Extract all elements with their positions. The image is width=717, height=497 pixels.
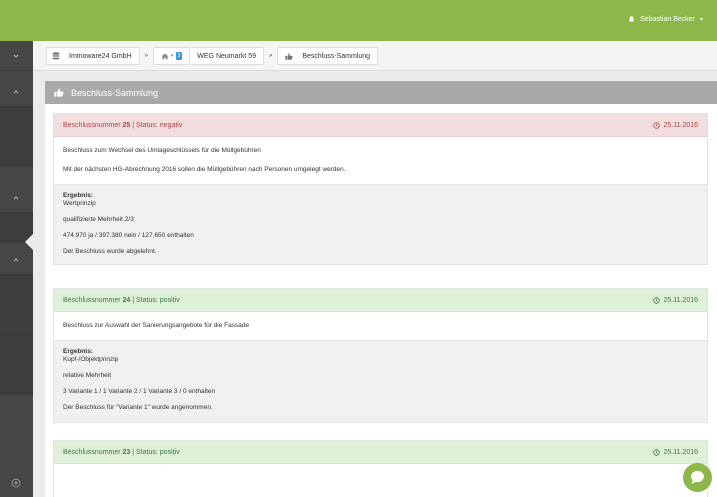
sidebar: [0, 41, 33, 497]
clock-icon: [653, 448, 661, 456]
sidebar-active-pointer: [25, 234, 33, 250]
resolution-header: Beschlussnummer 24 | Status: positiv 25.…: [54, 289, 707, 312]
breadcrumb-home[interactable]: ▾ 3: [152, 47, 191, 65]
result-label: Ergebnis:: [63, 348, 93, 355]
collapse-toggle-icon[interactable]: [10, 477, 22, 489]
breadcrumb-page[interactable]: Beschluss-Sammlung: [277, 47, 379, 65]
result-outcome: Der Beschluss wurde abgelehnt.: [63, 248, 157, 255]
bell-icon: [628, 16, 635, 23]
page-title: Beschluss-Sammlung: [71, 87, 159, 98]
breadcrumb-company-label: Immoware24 GmbH: [69, 52, 132, 60]
sidebar-item-10[interactable]: [0, 335, 33, 365]
breadcrumb-bar: Immoware24 GmbH » ▾ 3 WEG Neumarkt 59 » …: [33, 41, 717, 71]
sidebar-item-4[interactable]: [0, 137, 33, 167]
clock-icon: [653, 296, 661, 304]
resolution-prefix: Beschlussnummer: [63, 296, 121, 304]
result-principle: Kopf-/Objektprinzip: [63, 356, 119, 363]
status-badge: | Status: negativ: [132, 121, 183, 129]
resolution-header: Beschlussnummer 23 | Status: positiv 25.…: [54, 441, 707, 464]
sidebar-item-2[interactable]: [0, 77, 33, 107]
chevron-down-icon: ▾: [699, 17, 703, 23]
resolution-card-24: Beschlussnummer 24 | Status: positiv 25.…: [53, 288, 708, 423]
result-votes: 3 Variante 1 / 1 Variante 2 / 1 Variante…: [63, 388, 216, 395]
breadcrumb-property[interactable]: WEG Neumarkt 59: [190, 47, 265, 65]
resolution-heading: Beschlussnummer 25 | Status: negativ: [63, 122, 182, 129]
user-name: Sebastian Becker: [640, 16, 695, 23]
result-majority: relative Mehrheit: [63, 372, 112, 379]
chevron-down-icon: ▾: [170, 53, 174, 59]
count-badge: 3: [175, 52, 183, 60]
resolution-result: Ergebnis: Wertprinzip qualifizierte Mehr…: [54, 184, 707, 264]
result-votes: 474.970 ja / 397.380 nein / 127.650 enth…: [63, 232, 194, 239]
resolution-list: Beschlussnummer 25 | Status: negativ 25.…: [45, 104, 717, 497]
sidebar-item-5[interactable]: [0, 183, 33, 213]
resolution-prefix: Beschlussnummer: [63, 448, 121, 456]
result-majority: qualifizierte Mehrheit 2/3: [63, 216, 134, 223]
panel-header: Beschluss-Sammlung: [45, 81, 717, 104]
sidebar-item-3[interactable]: [0, 107, 33, 137]
resolution-number: 24: [122, 296, 131, 304]
thumbs-up-icon: [285, 52, 294, 60]
resolution-title: Beschluss zur Auswahl der Sanierungsange…: [63, 322, 250, 329]
home-icon: [161, 53, 169, 59]
chevron-up-icon: [13, 196, 19, 200]
resolution-description: Mit der nächsten HG-Abrechnung 2016 soll…: [63, 166, 346, 173]
sidebar-item-9[interactable]: [0, 305, 33, 335]
resolution-result: Ergebnis: Kopf-/Objektprinzip relative M…: [54, 340, 707, 422]
date-text: 25.11.2016: [663, 448, 698, 456]
resolution-prefix: Beschlussnummer: [63, 121, 121, 129]
resolution-date: 25.11.2016: [653, 449, 698, 456]
resolution-heading: Beschlussnummer 23 | Status: positiv: [63, 449, 180, 456]
date-text: 25.11.2016: [663, 296, 698, 304]
chat-button[interactable]: [683, 463, 712, 492]
resolution-header: Beschlussnummer 25 | Status: negativ 25.…: [54, 114, 707, 137]
resolution-heading: Beschlussnummer 24 | Status: positiv: [63, 297, 180, 304]
breadcrumb-page-label: Beschluss-Sammlung: [302, 52, 371, 60]
chevron-up-icon: [13, 90, 19, 94]
thumbs-up-icon: [54, 88, 64, 97]
resolution-body: Beschluss zum Wechsel des Umlageschlüsse…: [54, 137, 707, 184]
chat-bubble-icon: [691, 471, 704, 484]
chevron-down-icon: [13, 54, 19, 58]
top-bar: Sebastian Becker ▾: [0, 0, 717, 41]
result-label: Ergebnis:: [63, 192, 93, 199]
result-outcome: Der Beschluss für "Variante 1" wurde ang…: [63, 404, 213, 411]
sidebar-item-11[interactable]: [0, 365, 33, 395]
resolution-card-25: Beschlussnummer 25 | Status: negativ 25.…: [53, 113, 708, 265]
resolution-number: 25: [122, 121, 131, 129]
sidebar-item-8[interactable]: [0, 275, 33, 305]
date-text: 25.11.2016: [663, 121, 698, 129]
resolution-title: Beschluss zum Wechsel des Umlageschlüsse…: [63, 147, 261, 154]
sidebar-item-1[interactable]: [0, 41, 33, 71]
user-menu[interactable]: Sebastian Becker ▾: [628, 16, 703, 23]
clock-icon: [653, 121, 661, 129]
breadcrumb: Immoware24 GmbH » ▾ 3 WEG Neumarkt 59 » …: [46, 47, 379, 65]
breadcrumb-separator: »: [269, 53, 273, 59]
breadcrumb-company[interactable]: Immoware24 GmbH: [46, 47, 140, 65]
status-badge: | Status: positiv: [132, 296, 180, 304]
status-badge: | Status: positiv: [132, 448, 180, 456]
resolution-body: Beschluss zur Auswahl der Sanierungsange…: [54, 312, 707, 340]
resolution-date: 25.11.2016: [653, 122, 698, 129]
breadcrumb-separator: »: [144, 53, 148, 59]
chevron-up-icon: [13, 258, 19, 262]
resolution-date: 25.11.2016: [653, 297, 698, 304]
breadcrumb-property-label: WEG Neumarkt 59: [197, 52, 257, 60]
resolution-number: 23: [122, 448, 131, 456]
resolution-card-23: Beschlussnummer 23 | Status: positiv 25.…: [53, 440, 708, 497]
database-icon: [52, 51, 60, 59]
result-principle: Wertprinzip: [63, 200, 96, 207]
